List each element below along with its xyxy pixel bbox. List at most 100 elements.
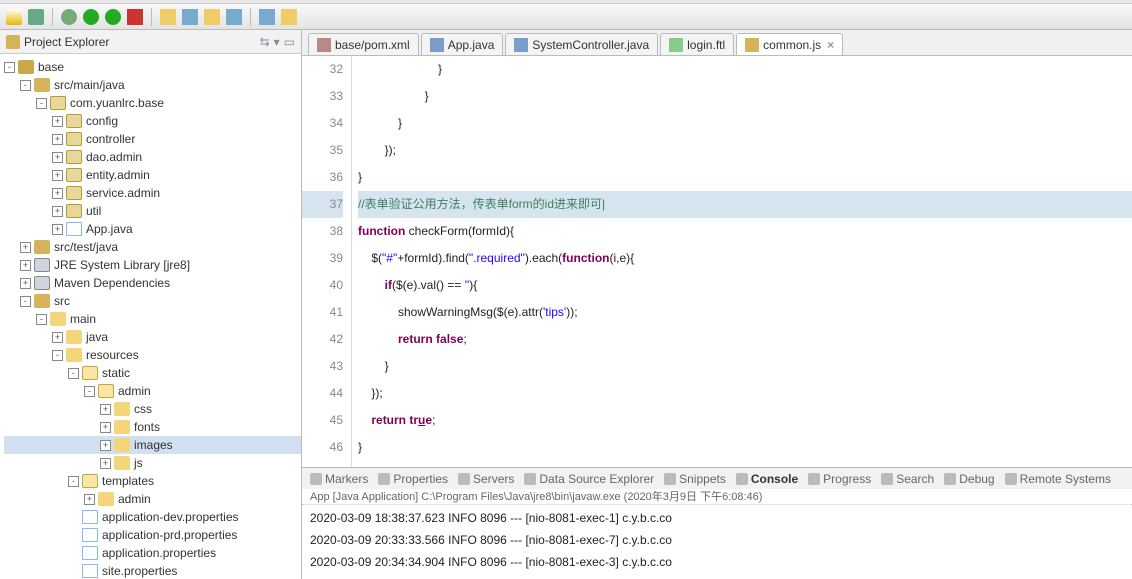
run-button[interactable] <box>83 9 99 25</box>
bottom-tab-icon <box>808 473 820 485</box>
editor-tab[interactable]: common.js× <box>736 33 843 55</box>
link-with-editor-icon[interactable]: ⇆ <box>260 35 270 49</box>
bottom-tab-icon <box>736 473 748 485</box>
tree-item[interactable]: +Maven Dependencies <box>4 274 301 292</box>
bottom-tab[interactable]: Properties <box>378 472 448 486</box>
tree-item-label: App.java <box>86 222 133 236</box>
run-last-button[interactable] <box>105 9 121 25</box>
tree-item-label: java <box>86 330 108 344</box>
tree-item-label: entity.admin <box>86 168 150 182</box>
tree-item-icon <box>50 96 66 110</box>
tree-item-icon <box>34 78 50 92</box>
code-editor[interactable]: 323334353637383940414243444546 } } } });… <box>302 56 1132 467</box>
tree-item[interactable]: -base <box>4 58 301 76</box>
tree-item[interactable]: -templates <box>4 472 301 490</box>
bottom-tab[interactable]: Remote Systems <box>1005 472 1111 486</box>
tree-item[interactable]: +js <box>4 454 301 472</box>
tree-item[interactable]: -admin <box>4 382 301 400</box>
tree-item[interactable]: +dao.admin <box>4 148 301 166</box>
tree-item-label: src <box>54 294 70 308</box>
bottom-tab-icon <box>458 473 470 485</box>
editor-tab[interactable]: App.java <box>421 33 504 55</box>
tree-item-label: util <box>86 204 101 218</box>
tree-item-label: JRE System Library [jre8] <box>54 258 190 272</box>
stop-button[interactable] <box>127 9 143 25</box>
tree-item[interactable]: application.properties <box>4 544 301 562</box>
bottom-tab[interactable]: Snippets <box>664 472 726 486</box>
tree-item[interactable]: +controller <box>4 130 301 148</box>
tree-item[interactable]: +src/test/java <box>4 238 301 256</box>
tree-item-icon <box>114 420 130 434</box>
console-output[interactable]: 2020-03-09 18:38:37.623 INFO 8096 --- [n… <box>302 505 1132 579</box>
tree-item[interactable]: -static <box>4 364 301 382</box>
tree-item[interactable]: +java <box>4 328 301 346</box>
toolbar-icon[interactable] <box>281 9 297 25</box>
project-explorer-header: Project Explorer ⇆ ▾ ▭ <box>0 30 301 54</box>
new-button[interactable] <box>6 9 22 25</box>
toolbar-icon[interactable] <box>204 9 220 25</box>
bottom-tab[interactable]: Markers <box>310 472 368 486</box>
bottom-tab-icon <box>378 473 390 485</box>
project-tree[interactable]: -base-src/main/java-com.yuanlrc.base+con… <box>0 54 301 579</box>
tree-item[interactable]: +config <box>4 112 301 130</box>
editor-tab[interactable]: base/pom.xml <box>308 33 419 55</box>
tree-item[interactable]: -resources <box>4 346 301 364</box>
save-button[interactable] <box>28 9 44 25</box>
tab-label: App.java <box>448 38 495 52</box>
tree-item-label: css <box>134 402 152 416</box>
tree-item[interactable]: -com.yuanlrc.base <box>4 94 301 112</box>
tree-item[interactable]: +util <box>4 202 301 220</box>
debug-button[interactable] <box>61 9 77 25</box>
tree-item-label: main <box>70 312 96 326</box>
tree-item-label: admin <box>118 384 151 398</box>
tree-item[interactable]: +JRE System Library [jre8] <box>4 256 301 274</box>
editor-tab[interactable]: login.ftl <box>660 33 734 55</box>
bottom-tab[interactable]: Search <box>881 472 934 486</box>
tree-item-icon <box>66 114 82 128</box>
view-menu-icon[interactable]: ▾ <box>274 35 280 49</box>
bottom-tab[interactable]: Console <box>736 472 798 486</box>
tree-item-icon <box>98 384 114 398</box>
tree-item-icon <box>66 186 82 200</box>
tree-item[interactable]: +fonts <box>4 418 301 436</box>
tree-item[interactable]: -src/main/java <box>4 76 301 94</box>
tree-item-label: controller <box>86 132 135 146</box>
tree-item[interactable]: +service.admin <box>4 184 301 202</box>
tree-item[interactable]: -main <box>4 310 301 328</box>
bottom-tab[interactable]: Servers <box>458 472 514 486</box>
tree-item[interactable]: application-dev.properties <box>4 508 301 526</box>
tree-item[interactable]: application-prd.properties <box>4 526 301 544</box>
bottom-tab[interactable]: Debug <box>944 472 994 486</box>
tree-item[interactable]: +App.java <box>4 220 301 238</box>
tree-item[interactable]: +admin <box>4 490 301 508</box>
tree-item[interactable]: +images <box>4 436 301 454</box>
tree-item-icon <box>82 546 98 560</box>
bottom-tab[interactable]: Progress <box>808 472 871 486</box>
toolbar-icon[interactable] <box>182 9 198 25</box>
editor-tab-bar: base/pom.xml App.java SystemController.jav… <box>302 30 1132 56</box>
tree-item-icon <box>82 564 98 578</box>
bottom-tab-icon <box>310 473 322 485</box>
tree-item-icon <box>114 402 130 416</box>
bottom-tab-label: Debug <box>959 472 994 486</box>
toolbar-icon[interactable] <box>160 9 176 25</box>
minimize-icon[interactable]: ▭ <box>284 35 295 49</box>
toolbar-icon[interactable] <box>226 9 242 25</box>
toolbar-icon[interactable] <box>259 9 275 25</box>
main-toolbar <box>0 4 1132 30</box>
editor-tab[interactable]: SystemController.java <box>505 33 658 55</box>
tree-item[interactable]: +entity.admin <box>4 166 301 184</box>
tree-item[interactable]: -src <box>4 292 301 310</box>
tree-item-icon <box>66 204 82 218</box>
bottom-tab-label: Data Source Explorer <box>539 472 654 486</box>
bottom-tab[interactable]: Data Source Explorer <box>524 472 654 486</box>
tree-item-icon <box>18 60 34 74</box>
tree-item[interactable]: +css <box>4 400 301 418</box>
tree-item-icon <box>66 222 82 236</box>
tree-item[interactable]: site.properties <box>4 562 301 579</box>
tree-item-label: application-dev.properties <box>102 510 239 524</box>
code-area[interactable]: } } } });}//表单验证公用方法，传表单form的id进来即可|func… <box>352 56 1132 467</box>
tree-item-label: admin <box>118 492 151 506</box>
tab-file-icon <box>745 38 759 52</box>
close-icon[interactable]: × <box>827 38 834 52</box>
